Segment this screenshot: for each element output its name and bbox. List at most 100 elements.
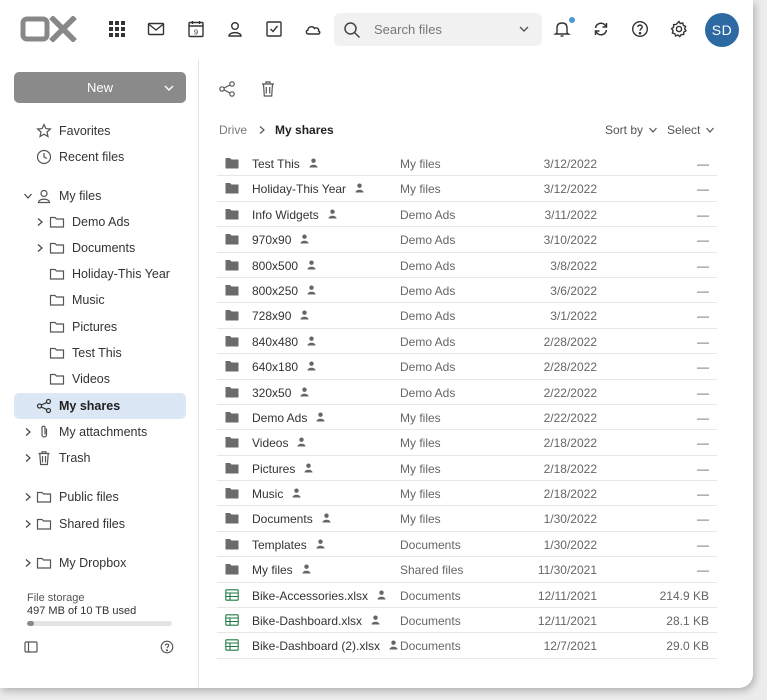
sidebar-item-my-shares[interactable]: My shares xyxy=(14,393,186,419)
file-location: My files xyxy=(400,512,441,527)
tasks-checkbox-icon[interactable] xyxy=(263,18,285,40)
file-row[interactable]: Bike-Dashboard (2).xlsx Documents 12/7/2… xyxy=(217,633,717,659)
breadcrumb: Drive My shares xyxy=(219,123,334,137)
calendar-icon[interactable]: 9 xyxy=(185,18,207,40)
file-size: 28.1 KB xyxy=(666,614,709,629)
file-row[interactable]: Templates Documents 1/30/2022 — xyxy=(217,532,717,558)
file-row[interactable]: 320x50 Demo Ads 2/22/2022 — xyxy=(217,380,717,405)
shared-person-icon xyxy=(304,463,313,473)
help-icon[interactable] xyxy=(629,18,651,40)
file-name: Documents xyxy=(252,512,313,527)
file-row[interactable]: Demo Ads My files 2/22/2022 — xyxy=(217,405,717,431)
file-row[interactable]: 728x90 Demo Ads 3/1/2022 — xyxy=(217,303,717,329)
file-row[interactable]: Holiday-This Year My files 3/12/2022 — xyxy=(217,176,717,202)
paperclip-icon xyxy=(41,425,48,438)
spreadsheet-icon xyxy=(225,588,239,601)
file-date: 3/8/2022 xyxy=(550,258,597,273)
file-location: Demo Ads xyxy=(400,258,456,273)
cloud-drive-icon[interactable] xyxy=(302,18,324,40)
file-size: — xyxy=(697,360,709,375)
file-date: 2/28/2022 xyxy=(543,334,597,349)
sidebar-item-label: Shared files xyxy=(59,517,126,531)
folder-icon xyxy=(225,386,239,398)
ox-logo[interactable] xyxy=(20,16,78,42)
file-row[interactable]: 800x500 Demo Ads 3/8/2022 — xyxy=(217,253,717,278)
file-storage-bar-fill xyxy=(27,621,35,626)
sidebar-item-public-files[interactable]: Public files xyxy=(14,484,186,510)
chevron-right-icon[interactable] xyxy=(23,427,33,437)
file-row[interactable]: Documents My files 1/30/2022 — xyxy=(217,506,717,532)
breadcrumb-drive[interactable]: Drive xyxy=(219,123,247,137)
sidebar-item-documents[interactable]: Documents xyxy=(14,235,186,261)
file-row[interactable]: 800x250 Demo Ads 3/6/2022 — xyxy=(217,278,717,304)
chevron-right-icon[interactable] xyxy=(35,217,45,227)
sidebar-item-demo-ads[interactable]: Demo Ads xyxy=(14,209,186,235)
file-location: My files xyxy=(400,487,441,502)
file-row[interactable]: Test This My files 3/12/2022 — xyxy=(217,151,717,177)
file-name: Holiday-This Year xyxy=(252,182,347,197)
file-date: 2/22/2022 xyxy=(543,410,597,425)
chevron-right-icon[interactable] xyxy=(23,519,33,529)
shared-person-icon xyxy=(316,539,325,549)
folder-icon xyxy=(36,491,52,503)
sort-by-button[interactable]: Sort by xyxy=(605,123,658,137)
file-date: 1/30/2022 xyxy=(543,512,597,527)
mail-icon[interactable] xyxy=(145,18,167,40)
sidebar-item-holiday-this-year[interactable]: Holiday-This Year xyxy=(14,261,186,287)
sidebar-item-trash[interactable]: Trash xyxy=(14,445,186,471)
file-row[interactable]: Bike-Dashboard.xlsx Documents 12/11/2021… xyxy=(217,608,717,634)
chevron-right-icon[interactable] xyxy=(23,558,33,568)
chevron-right-icon[interactable] xyxy=(23,492,33,502)
shared-person-icon xyxy=(307,361,316,371)
chevron-right-icon[interactable] xyxy=(23,453,33,463)
file-size: 214.9 KB xyxy=(659,588,709,603)
search-options-chevron-down-icon[interactable] xyxy=(518,23,530,35)
file-row[interactable]: Videos My files 2/18/2022 — xyxy=(217,430,717,456)
help-icon[interactable] xyxy=(160,640,174,654)
folder-icon xyxy=(49,294,65,306)
search-box[interactable] xyxy=(334,13,542,46)
file-row[interactable]: 970x90 Demo Ads 3/10/2022 — xyxy=(217,227,717,253)
file-row[interactable]: Music My files 2/18/2022 — xyxy=(217,481,717,507)
sidebar-item-favorites[interactable]: Favorites xyxy=(14,118,186,144)
contacts-person-icon[interactable] xyxy=(224,18,246,40)
new-button[interactable]: New xyxy=(14,72,186,103)
chevron-right-icon[interactable] xyxy=(35,243,45,253)
sidebar-item-shared-files[interactable]: Shared files xyxy=(14,511,186,537)
sidebar-item-recent-files[interactable]: Recent files xyxy=(14,144,186,170)
sidebar-item-test-this[interactable]: Test This xyxy=(14,340,186,366)
sidebar-item-label: Public files xyxy=(59,490,119,504)
file-row[interactable]: 840x480 Demo Ads 2/28/2022 — xyxy=(217,329,717,355)
shared-person-icon xyxy=(307,260,316,270)
file-row[interactable]: Bike-Accessories.xlsx Documents 12/11/20… xyxy=(217,583,717,609)
file-name: My files xyxy=(252,563,293,578)
select-button[interactable]: Select xyxy=(667,123,715,137)
file-row[interactable]: My files Shared files 11/30/2021 — xyxy=(217,557,717,583)
file-row[interactable]: Info Widgets Demo Ads 3/11/2022 — xyxy=(217,202,717,228)
apps-grid-icon[interactable] xyxy=(106,18,128,40)
sidebar-item-my-attachments[interactable]: My attachments xyxy=(14,419,186,445)
file-name: 320x50 xyxy=(252,385,292,400)
search-input[interactable] xyxy=(374,22,514,37)
delete-trash-icon[interactable] xyxy=(259,80,277,98)
settings-gear-icon[interactable] xyxy=(668,18,690,40)
sidebar-item-pictures[interactable]: Pictures xyxy=(14,314,186,340)
toggle-sidebar-icon[interactable] xyxy=(24,640,38,654)
file-row[interactable]: Pictures My files 2/18/2022 — xyxy=(217,456,717,482)
sidebar-item-my-files[interactable]: My files xyxy=(14,183,186,209)
sidebar-item-my-dropbox[interactable]: My Dropbox xyxy=(14,550,186,576)
sidebar-item-music[interactable]: Music xyxy=(14,287,186,313)
sidebar-item-videos[interactable]: Videos xyxy=(14,366,186,392)
refresh-icon[interactable] xyxy=(590,18,612,40)
chevron-down-icon[interactable] xyxy=(23,191,33,201)
folder-icon xyxy=(225,234,239,245)
user-avatar[interactable]: SD xyxy=(705,13,739,47)
file-name: 728x90 xyxy=(252,309,292,324)
share-icon[interactable] xyxy=(218,80,236,98)
file-date: 2/22/2022 xyxy=(543,385,597,400)
file-row[interactable]: 640x180 Demo Ads 2/28/2022 — xyxy=(217,354,717,380)
file-name: Demo Ads xyxy=(252,410,308,425)
file-location: Demo Ads xyxy=(400,207,456,222)
folder-icon xyxy=(225,284,239,296)
sidebar-item-label: Holiday-This Year xyxy=(72,267,170,281)
